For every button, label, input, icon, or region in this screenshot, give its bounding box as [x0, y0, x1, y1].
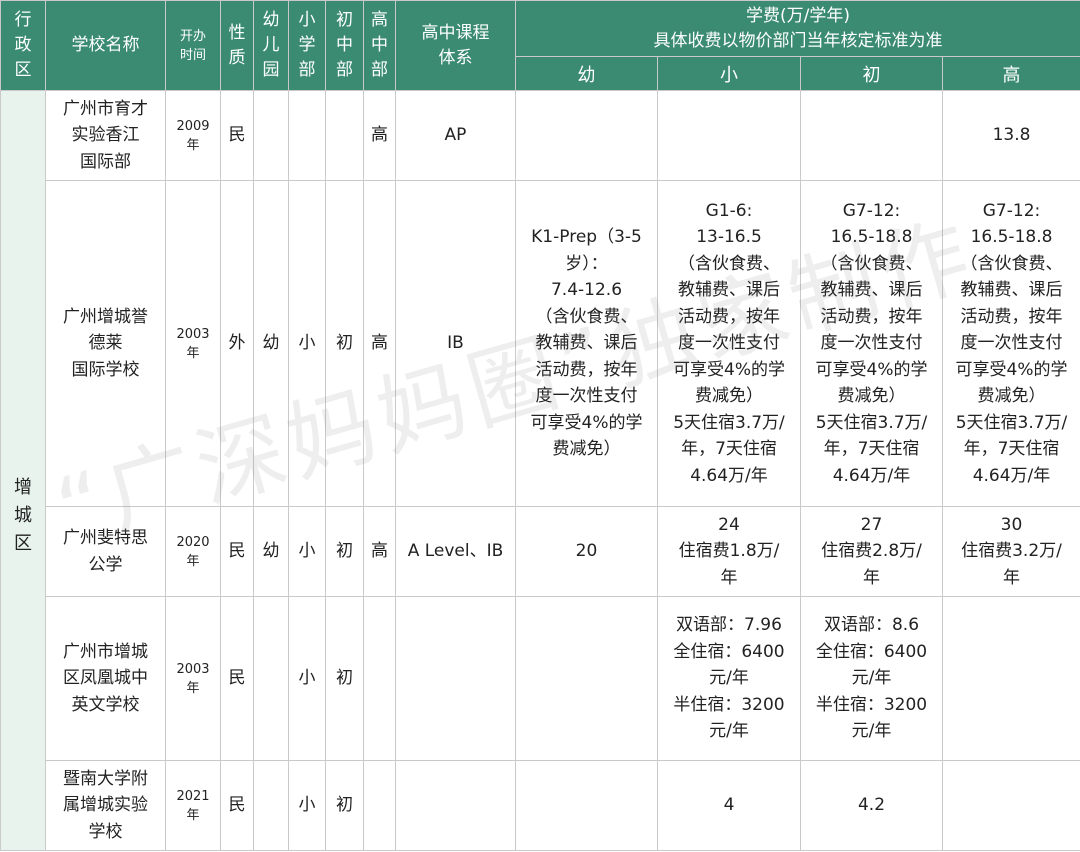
curriculum-cell: A Level、IB: [395, 506, 516, 597]
primary-cell: [288, 90, 326, 181]
fee-col-high: 高: [942, 56, 1080, 91]
fee-high-cell: 13.8: [942, 90, 1080, 181]
fee-middle-cell: G7-12: 16.5-18.8 （含伙食费、 教辅费、课后 活动费，按年 度一…: [800, 180, 943, 507]
curriculum-header: 高中课程 体系: [395, 0, 516, 91]
fee-col-primary: 小: [657, 56, 801, 91]
fee-middle-cell: 双语部：8.6 全住宿：6400 元/年 半住宿：3200 元/年: [800, 596, 943, 761]
middle-cell: 初: [325, 506, 364, 597]
founded-header-text: 开办 时间: [179, 28, 206, 63]
fee-primary-cell: 24 住宿费1.8万/ 年: [657, 506, 801, 597]
table-row: 广州市增城 区凤凰城中 英文学校 2003 年 民 小 初 双语部：7.96 全…: [1, 596, 1080, 761]
fee-primary-cell: [657, 90, 801, 181]
fees-header-text: 学费(万/学年) 具体收费以物价部门当年核定标准为准: [653, 5, 943, 51]
fee-high-cell: G7-12: 16.5-18.8 （含伙食费、 教辅费、课后 活动费，按年 度一…: [942, 180, 1080, 507]
region-text: 增 城 区: [14, 476, 32, 554]
high-cell: 高: [363, 506, 396, 597]
school-name-header-text: 学校名称: [71, 35, 140, 55]
fee-primary-cell: 4: [657, 760, 801, 851]
high-header: 高 中 部: [363, 0, 396, 91]
nature-cell: 民: [220, 90, 254, 181]
fee-high-cell: [942, 596, 1080, 761]
primary-cell: 小: [288, 506, 326, 597]
fee-kindergarten-cell: [515, 596, 658, 761]
founded-cell: 2003 年: [165, 596, 221, 761]
fee-kindergarten-cell: [515, 760, 658, 851]
nature-cell: 外: [220, 180, 254, 507]
curriculum-cell: IB: [395, 180, 516, 507]
fee-primary-cell: G1-6: 13-16.5 （含伙食费、 教辅费、课后 活动费，按年 度一次性支…: [657, 180, 801, 507]
primary-cell: 小: [288, 596, 326, 761]
curriculum-cell: [395, 760, 516, 851]
middle-cell: 初: [325, 180, 364, 507]
middle-cell: 初: [325, 760, 364, 851]
region-header-text: 行 政 区: [14, 10, 32, 80]
table-row: 增 城 区 广州市育才 实验香江 国际部 2009 年 民 高 AP 13.8: [0, 90, 1080, 851]
founded-cell: 2009 年: [165, 90, 221, 181]
curriculum-cell: AP: [395, 90, 516, 181]
fee-middle-cell: 27 住宿费2.8万/ 年: [800, 506, 943, 597]
fee-kindergarten-cell: K1-Prep（3-5 岁）： 7.4-12.6 （含伙食费、 教辅费、课后 活…: [515, 180, 658, 507]
primary-header: 小 学 部: [288, 0, 326, 91]
school-name-cell: 广州市育才 实验香江 国际部: [45, 90, 166, 181]
nature-header-text: 性 质: [228, 22, 246, 68]
school-name-header: 学校名称: [45, 0, 166, 91]
kindergarten-cell: [253, 760, 289, 851]
founded-cell: 2021 年: [165, 760, 221, 851]
school-name-cell: 暨南大学附 属增城实验 学校: [45, 760, 166, 851]
curriculum-cell: [395, 596, 516, 761]
kindergarten-header: 幼 儿 园: [253, 0, 289, 91]
high-cell: [363, 596, 396, 761]
fee-high-cell: [942, 760, 1080, 851]
fee-middle-cell: [800, 90, 943, 181]
fee-kindergarten-cell: [515, 90, 658, 181]
school-name-cell: 广州增城誉 德莱 国际学校: [45, 180, 166, 507]
kindergarten-cell: 幼: [253, 180, 289, 507]
middle-cell: 初: [325, 596, 364, 761]
table-row: 广州斐特思 公学 2020 年 民 幼 小 初 高 A Level、IB 20 …: [1, 506, 1080, 597]
high-cell: 高: [363, 90, 396, 181]
founded-cell: 2020 年: [165, 506, 221, 597]
school-name-cell: 广州市增城 区凤凰城中 英文学校: [45, 596, 166, 761]
fee-high-cell: 30 住宿费3.2万/ 年: [942, 506, 1080, 597]
founded-header: 开办 时间: [165, 0, 221, 91]
fee-kindergarten-cell: 20: [515, 506, 658, 597]
middle-cell: [325, 90, 364, 181]
school-fee-table: 行 政 区 学校名称 开办 时间 性 质 幼 儿 园 小 学 部 初 中 部 高…: [0, 0, 1080, 851]
curriculum-header-text: 高中课程 体系: [421, 22, 490, 68]
fee-col-kindergarten: 幼: [515, 56, 658, 91]
fee-middle-cell: 4.2: [800, 760, 943, 851]
school-name-cell: 广州斐特思 公学: [45, 506, 166, 597]
high-header-text: 高 中 部: [371, 10, 388, 80]
nature-cell: 民: [220, 506, 254, 597]
middle-header-text: 初 中 部: [336, 10, 353, 80]
middle-header: 初 中 部: [325, 0, 364, 91]
primary-cell: 小: [288, 760, 326, 851]
fee-col-middle: 初: [800, 56, 943, 91]
high-cell: 高: [363, 180, 396, 507]
nature-cell: 民: [220, 760, 254, 851]
kindergarten-cell: 幼: [253, 506, 289, 597]
kindergarten-cell: [253, 596, 289, 761]
founded-cell: 2003 年: [165, 180, 221, 507]
region-cell: 增 城 区: [0, 90, 46, 851]
nature-cell: 民: [220, 596, 254, 761]
table-row: 暨南大学附 属增城实验 学校 2021 年 民 小 初 4 4.2: [1, 760, 1080, 851]
nature-header: 性 质: [220, 0, 254, 91]
fee-primary-cell: 双语部：7.96 全住宿：6400 元/年 半住宿：3200 元/年: [657, 596, 801, 761]
kindergarten-header-text: 幼 儿 园: [262, 10, 280, 80]
primary-cell: 小: [288, 180, 326, 507]
high-cell: [363, 760, 396, 851]
table-row: 广州增城誉 德莱 国际学校 2003 年 外 幼 小 初 高 IB K1-Pre…: [1, 180, 1080, 507]
kindergarten-cell: [253, 90, 289, 181]
header-row: 行 政 区 学校名称 开办 时间 性 质 幼 儿 园 小 学 部 初 中 部 高…: [0, 0, 1080, 91]
region-header: 行 政 区: [0, 0, 46, 91]
fees-header: 学费(万/学年) 具体收费以物价部门当年核定标准为准: [515, 0, 1080, 57]
primary-header-text: 小 学 部: [298, 10, 316, 80]
